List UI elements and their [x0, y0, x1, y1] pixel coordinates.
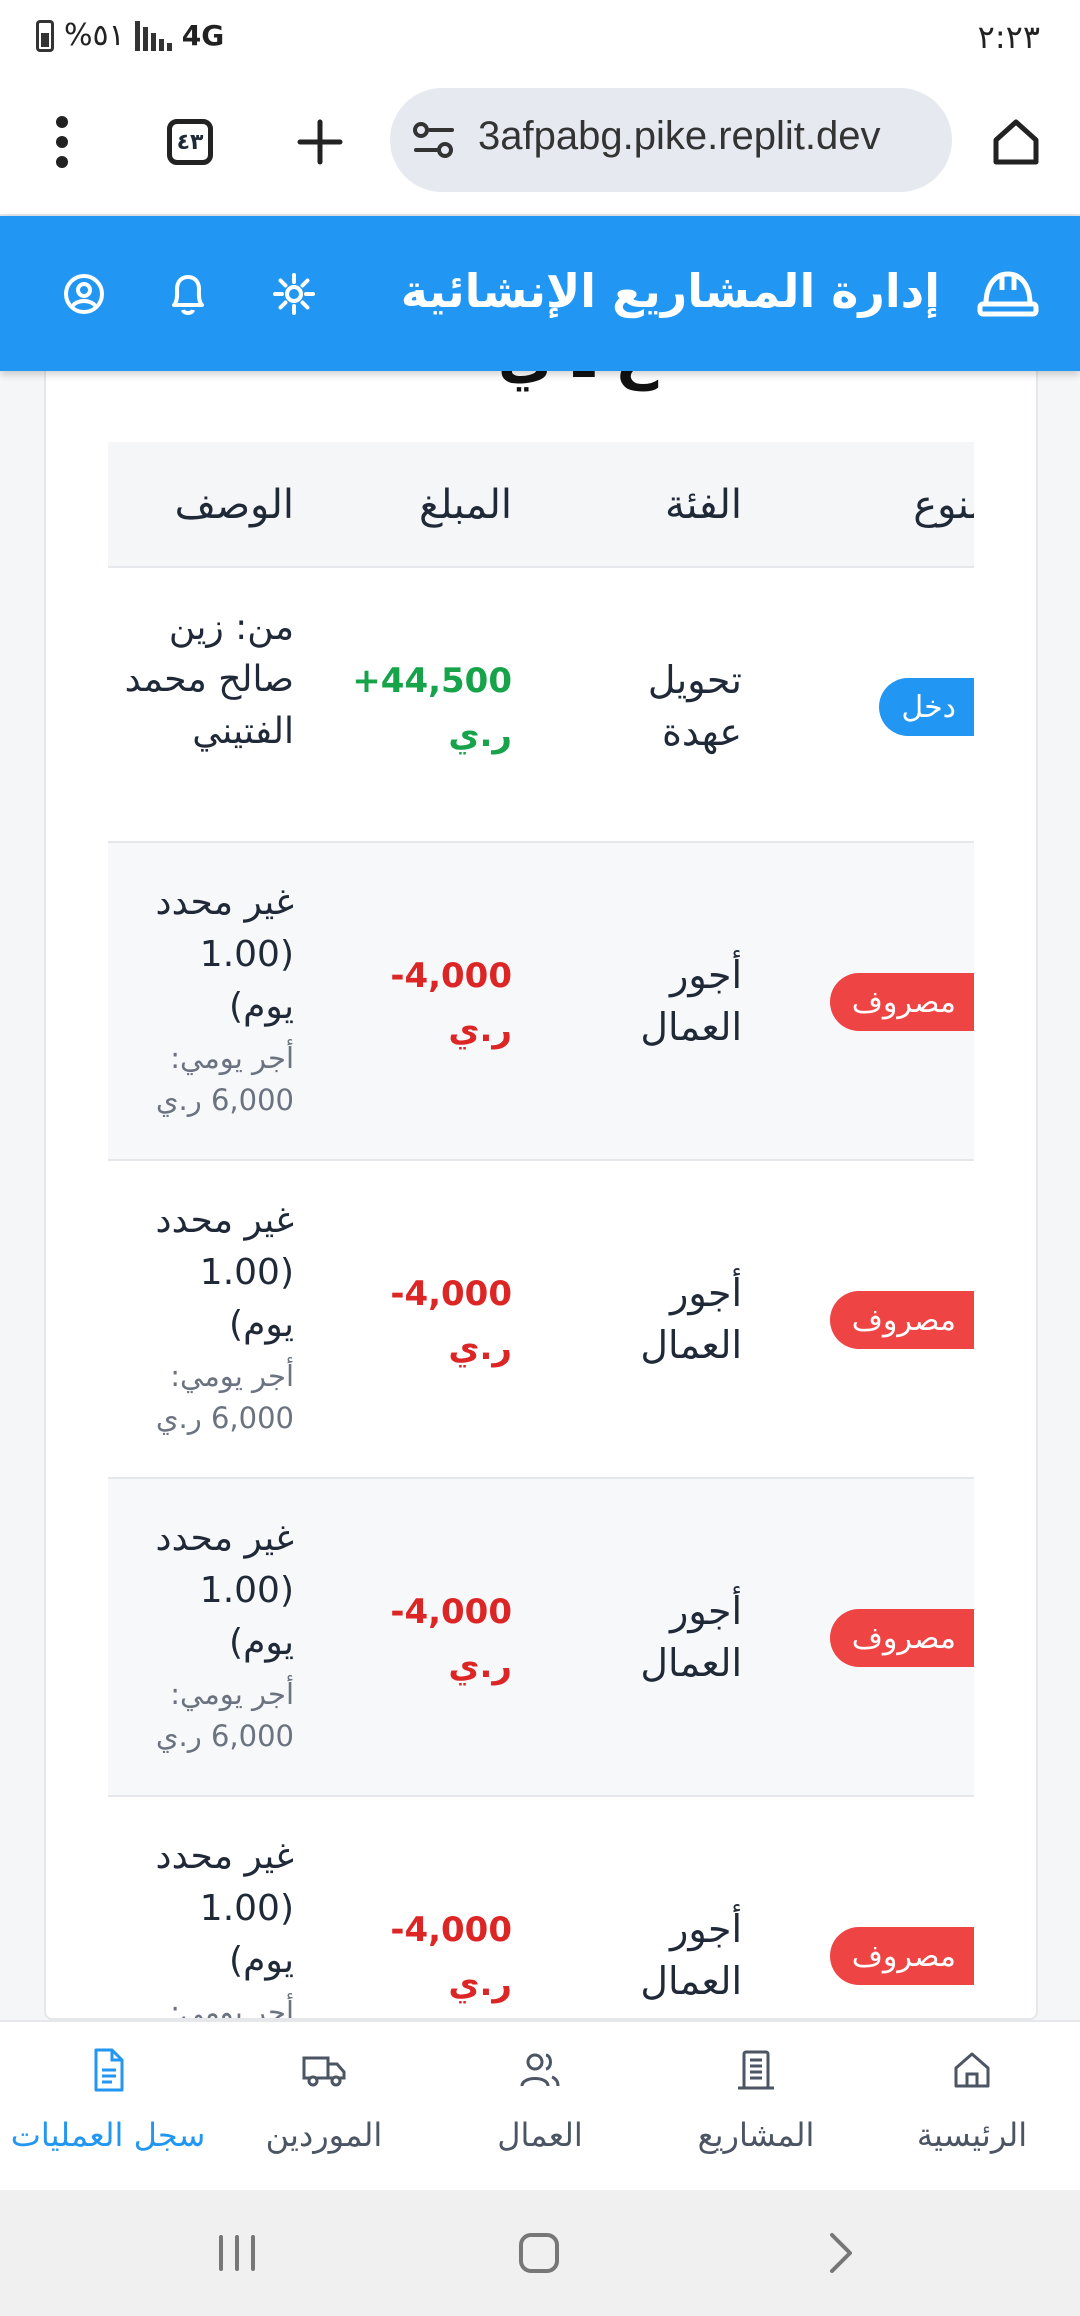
daily-wage-note: أجر يومي: 6,000 ر.ي [155, 1359, 294, 1435]
app-header: إدارة المشاريع الإنشائية [0, 216, 1080, 371]
header-category: الفئة [664, 482, 742, 528]
users-icon [520, 2053, 560, 2087]
truck-icon [302, 2056, 346, 2087]
type-badge-expense: مصروف [829, 1927, 974, 1985]
daily-wage-note: أجر يومي: [170, 1995, 294, 2020]
battery-level: %٥١ [64, 18, 125, 53]
amount-cell: -4,000 ر.ي [390, 1274, 512, 1368]
nav-projects[interactable]: المشاريع [648, 2022, 864, 2192]
nav-suppliers[interactable]: الموردين [216, 2022, 432, 2192]
url-text: 3afpabg.pike.replit.dev [478, 114, 881, 158]
amount-cell: +44,500 ر.ي [352, 661, 512, 755]
category-cell: أجور العمال [640, 1589, 742, 1685]
description-cell: من: زين صالح محمد الفتيني [124, 607, 294, 752]
transactions-table: لنوع الفئة المبلغ الوصف دخل تحويل عهدة +… [108, 442, 974, 2020]
transactions-card: ع ـ ي لنوع الفئة المبلغ الوصف دخل تحويل … [44, 360, 1038, 2020]
nav-transactions-label: سجل العمليات [10, 2116, 206, 2154]
notifications-bell-icon[interactable] [158, 264, 218, 324]
bottom-navigation: الرئيسية المشاريع العمال الموردين سجل ال… [0, 2020, 1080, 2190]
nav-workers[interactable]: العمال [432, 2022, 648, 2192]
description-cell: غير محدد (1.00 يوم) أجر يومي: 6,000 ر.ي [124, 1513, 294, 1757]
document-icon [94, 2048, 124, 2092]
address-bar[interactable]: 3afpabg.pike.replit.dev [390, 88, 952, 192]
tab-count: ٤٣ [167, 119, 213, 165]
nav-workers-label: العمال [497, 2116, 583, 2154]
header-amount: المبلغ [418, 482, 512, 528]
home-icon[interactable] [980, 106, 1052, 178]
description-cell: غير محدد (1.00 يوم) أجر يومي: 6,000 ر.ي [124, 1195, 294, 1439]
hard-hat-icon [977, 271, 1039, 317]
category-cell: أجور العمال [640, 953, 742, 1049]
home-icon [954, 2052, 990, 2088]
app-title: إدارة المشاريع الإنشائية [400, 264, 940, 318]
table-row[interactable]: مصروف أجور العمال -4,000 ر.ي غير محدد (1… [108, 1797, 974, 2020]
category-cell: تحويل عهدة [647, 658, 742, 754]
daily-wage-note: أجر يومي: 6,000 ر.ي [155, 1677, 294, 1753]
header-type: لنوع [913, 482, 974, 528]
browser-toolbar: ٤٣ 3afpabg.pike.replit.dev [0, 78, 1080, 216]
clock: ٢:٢٣ [977, 18, 1040, 56]
table-row[interactable]: مصروف أجور العمال -4,000 ر.ي غير محدد (1… [108, 843, 974, 1161]
nav-transactions[interactable]: سجل العمليات [0, 2022, 216, 2192]
type-badge-expense: مصروف [829, 1609, 974, 1667]
status-bar: %٥١ 4G ٢:٢٣ [0, 0, 1080, 78]
nav-suppliers-label: الموردين [265, 2116, 383, 2154]
back-icon[interactable] [806, 2220, 876, 2286]
new-tab-icon[interactable] [284, 106, 356, 178]
description-cell: غير محدد (1.00 يوم) أجر يومي: [124, 1831, 294, 2020]
table-row[interactable]: مصروف أجور العمال -4,000 ر.ي غير محدد (1… [108, 1479, 974, 1797]
table-row[interactable]: دخل تحويل عهدة +44,500 ر.ي من: زين صالح … [108, 568, 974, 843]
building-icon [738, 2050, 774, 2090]
category-cell: أجور العمال [640, 1907, 742, 2003]
amount-cell: -4,000 ر.ي [390, 1910, 512, 2004]
home-button-icon[interactable] [504, 2220, 574, 2286]
nav-home[interactable]: الرئيسية [864, 2022, 1080, 2192]
nav-home-label: الرئيسية [916, 2116, 1028, 2154]
description-cell: غير محدد (1.00 يوم) أجر يومي: 6,000 ر.ي [124, 877, 294, 1121]
system-navigation-bar [0, 2190, 1080, 2316]
settings-gear-icon[interactable] [264, 264, 324, 324]
header-description: الوصف [174, 482, 294, 528]
type-badge-income: دخل [879, 678, 974, 736]
amount-cell: -4,000 ر.ي [390, 956, 512, 1050]
nav-projects-label: المشاريع [697, 2116, 815, 2154]
type-badge-expense: مصروف [829, 1291, 974, 1349]
recent-apps-icon[interactable] [202, 2220, 272, 2286]
user-profile-icon[interactable] [54, 264, 114, 324]
daily-wage-note: أجر يومي: 6,000 ر.ي [155, 1041, 294, 1117]
battery-icon [36, 19, 54, 52]
table-row[interactable]: مصروف أجور العمال -4,000 ر.ي غير محدد (1… [108, 1161, 974, 1479]
menu-more-icon[interactable] [26, 106, 98, 178]
amount-cell: -4,000 ر.ي [390, 1592, 512, 1686]
table-header: لنوع الفئة المبلغ الوصف [108, 442, 974, 568]
site-settings-icon[interactable] [412, 120, 456, 160]
network-type: 4G [181, 19, 225, 52]
tabs-button[interactable]: ٤٣ [154, 106, 226, 178]
type-badge-expense: مصروف [829, 973, 974, 1031]
signal-icon [134, 20, 172, 51]
category-cell: أجور العمال [640, 1271, 742, 1367]
